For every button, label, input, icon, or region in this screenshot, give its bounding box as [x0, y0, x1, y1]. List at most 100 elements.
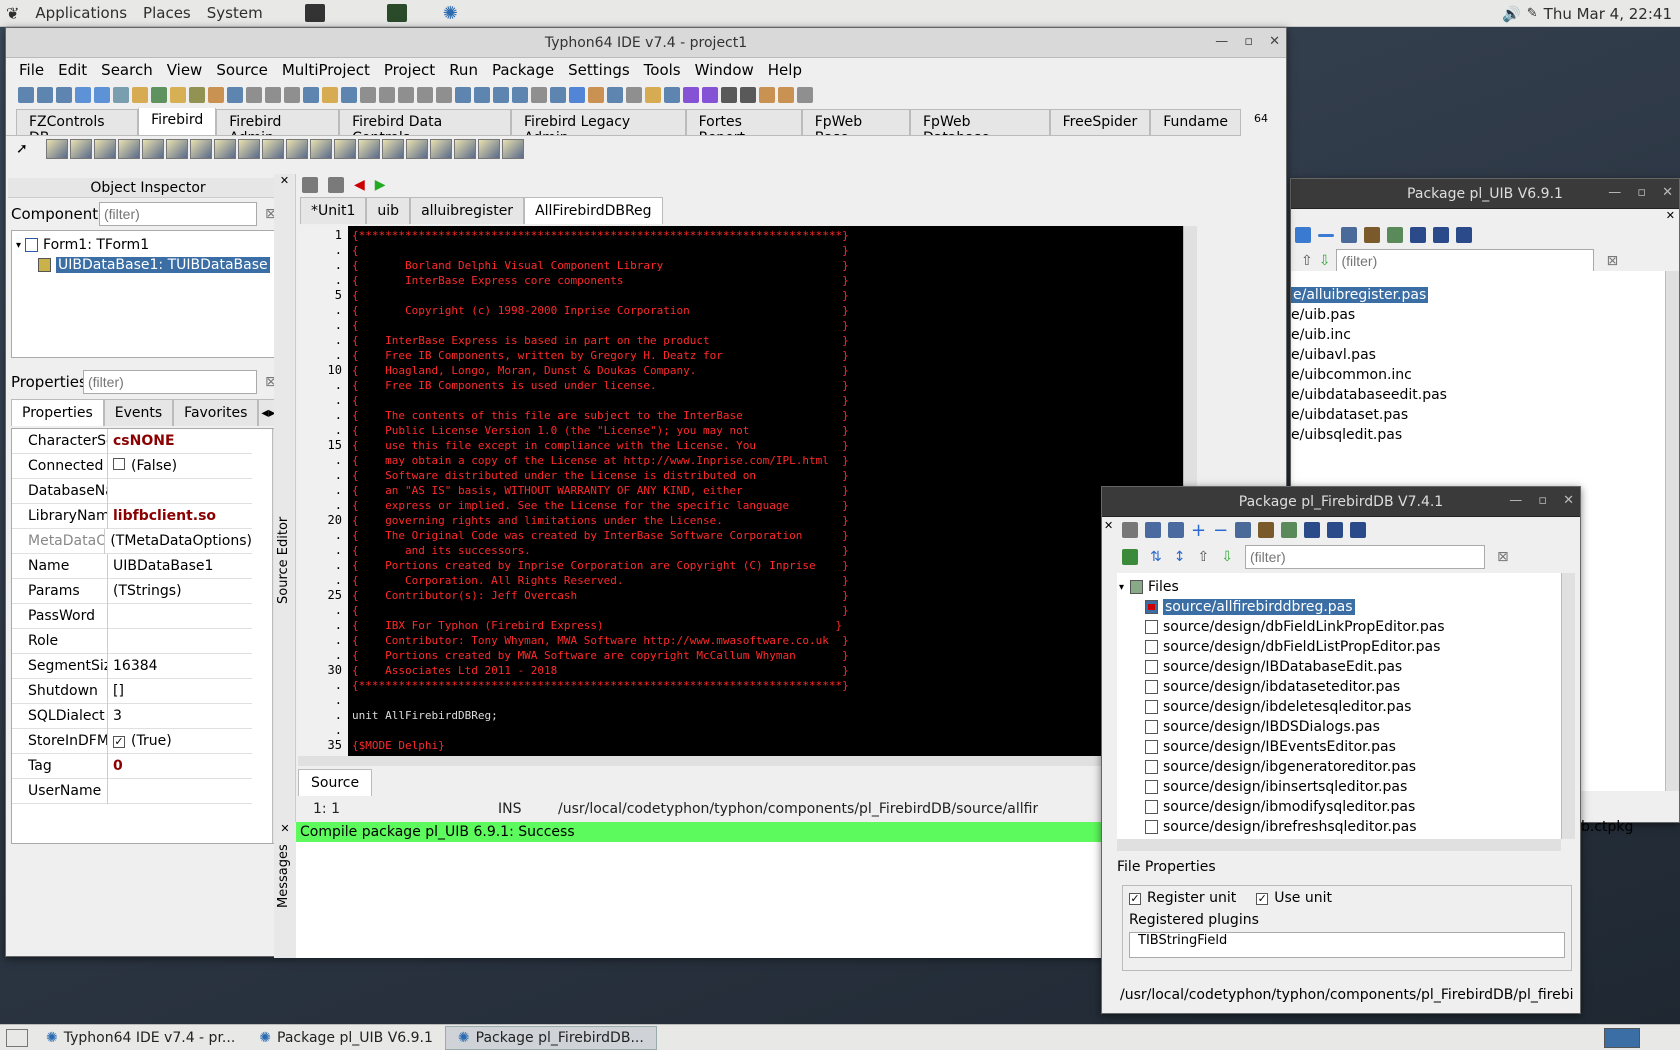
menu-source[interactable]: Source — [209, 61, 275, 79]
property-row[interactable]: CharacterSet csNONE — [12, 428, 252, 454]
property-value[interactable]: 3 — [108, 708, 122, 724]
use-icon[interactable] — [1168, 522, 1184, 538]
property-row[interactable]: Shutdown [] — [12, 678, 252, 704]
package-file-item[interactable]: source/design/ibgeneratoreditor.pas — [1117, 757, 1561, 777]
toolbar-button-icon-41[interactable] — [778, 87, 794, 103]
editor-list-icon[interactable] — [328, 177, 344, 193]
editor-tab--unit1[interactable]: *Unit1 — [300, 197, 367, 224]
toolbar-button-icon-11[interactable] — [208, 87, 224, 103]
firebird-component-icon-7[interactable] — [190, 139, 212, 159]
package-uib-file-item[interactable]: e/uibsqledit.pas — [1291, 425, 1667, 445]
code-editor[interactable]: 1... 5.... 10.... 15.... 20.... 25.... 30.... 3… — [298, 226, 1183, 756]
firebird-component-icon-3[interactable] — [94, 139, 116, 159]
add-icon[interactable]: + — [1191, 520, 1206, 541]
firebird-component-icon-12[interactable] — [310, 139, 332, 159]
menu-file[interactable]: File — [12, 61, 51, 79]
toolbar-button-icon-6[interactable] — [113, 87, 129, 103]
property-value[interactable]: libfbclient.so — [108, 508, 216, 524]
property-value[interactable]: 0 — [108, 758, 123, 774]
firebird-component-icon-4[interactable] — [118, 139, 140, 159]
network-icon[interactable]: ✎ — [1527, 6, 1538, 21]
package-file-item[interactable]: source/design/ibmodifysqleditor.pas — [1117, 797, 1561, 817]
menu-search[interactable]: Search — [94, 61, 160, 79]
toolbar-button-icon-36[interactable] — [683, 87, 699, 103]
package-file-item[interactable]: source/design/ibrefreshsqleditor.pas — [1117, 817, 1561, 837]
tab-properties[interactable]: Properties — [11, 399, 104, 426]
system-menu[interactable]: System — [203, 4, 275, 22]
close-messages-icon[interactable]: ✕ — [274, 822, 296, 835]
places-menu[interactable]: Places — [139, 4, 203, 22]
close-pane-icon[interactable]: ✕ — [1104, 519, 1113, 532]
toolbar-button-icon-31[interactable] — [588, 87, 604, 103]
toolbar-button-icon-26[interactable] — [493, 87, 509, 103]
firebird-component-icon-11[interactable] — [286, 139, 308, 159]
palette-tab-fzcontrols-db[interactable]: FZControls DB — [16, 109, 139, 135]
package-uib-file-item[interactable]: e/uibavl.pas — [1291, 345, 1667, 365]
system-monitor-launcher-icon[interactable] — [386, 4, 407, 22]
package-uib-file-item[interactable]: e/alluibregister.pas — [1291, 285, 1667, 305]
toolbar-button-icon-40[interactable] — [759, 87, 775, 103]
maximize-icon[interactable]: ▫ — [1244, 34, 1253, 49]
toolbar-button-icon-5[interactable] — [94, 87, 110, 103]
palette-tab-freespider[interactable]: FreeSpider — [1049, 109, 1151, 135]
toolbar-button-icon-16[interactable] — [303, 87, 319, 103]
back-arrow-icon[interactable]: ◀ — [354, 177, 365, 193]
file-tree-scrollbar[interactable] — [1561, 573, 1575, 839]
move-up-icon[interactable]: ⇧ — [1301, 253, 1313, 269]
use-unit-checkbox[interactable]: ✓ Use unit — [1256, 890, 1332, 906]
palette-tab-fpweb-database[interactable]: FpWeb Database — [910, 109, 1050, 135]
property-row[interactable]: PassWord — [12, 603, 252, 629]
menu-icon[interactable] — [1350, 522, 1367, 538]
property-value[interactable]: UIBDataBase1 — [108, 558, 213, 574]
toolbar-button-icon-42[interactable] — [797, 87, 813, 103]
help-icon[interactable] — [1304, 522, 1321, 538]
toolbar-button-icon-19[interactable] — [360, 87, 376, 103]
tab-source[interactable]: Source — [298, 769, 373, 796]
more-icon[interactable] — [1410, 227, 1426, 243]
toolbar-button-icon-2[interactable] — [37, 87, 53, 103]
firebird-component-icon-8[interactable] — [214, 139, 236, 159]
package-uib-file-item[interactable]: e/uibcommon.inc — [1291, 365, 1667, 385]
menu-edit[interactable]: Edit — [51, 61, 94, 79]
palette-tab-firebird-legacy-admin[interactable]: Firebird Legacy Admin — [510, 109, 686, 135]
property-value[interactable]: ✓ (True) — [108, 733, 172, 749]
property-value[interactable]: [] — [108, 683, 124, 699]
toolbar-button-icon-4[interactable] — [75, 87, 91, 103]
toolbar-button-icon-30[interactable] — [569, 87, 585, 103]
toolbar-button-icon-29[interactable] — [550, 87, 566, 103]
property-row[interactable]: DatabaseNam — [12, 478, 252, 504]
toolbar-button-icon-17[interactable] — [322, 87, 338, 103]
forward-arrow-icon[interactable]: ▶ — [375, 177, 386, 193]
editor-jump-icon[interactable] — [302, 177, 318, 193]
menu-multiproject[interactable]: MultiProject — [275, 61, 377, 79]
firebird-component-icon-1[interactable] — [46, 139, 68, 159]
menu-view[interactable]: View — [160, 61, 210, 79]
ide-titlebar[interactable]: Typhon64 IDE v7.4 - project1 — ▫ ✕ — [6, 28, 1286, 58]
package-file-item[interactable]: source/design/ibdataseteditor.pas — [1117, 677, 1561, 697]
install-icon[interactable] — [1258, 522, 1275, 538]
firebird-component-icon-9[interactable] — [238, 139, 260, 159]
components-filter[interactable] — [99, 202, 257, 226]
package-uib-file-item[interactable]: e/uibdatabaseedit.pas — [1291, 385, 1667, 405]
property-row[interactable]: SegmentSize 16384 — [12, 653, 252, 679]
firebird-component-icon-6[interactable] — [166, 139, 188, 159]
package-uib-file-item[interactable]: e/uib.pas — [1291, 305, 1667, 325]
palette-tab-fpweb-base[interactable]: FpWeb Base — [801, 109, 910, 135]
toolbar-button-icon-15[interactable] — [284, 87, 300, 103]
package-file-item[interactable]: source/design/dbFieldListPropEditor.pas — [1117, 637, 1561, 657]
move-up-icon[interactable]: ⇧ — [1197, 549, 1209, 565]
firebird-component-icon-19[interactable] — [478, 139, 500, 159]
maximize-icon[interactable]: ▫ — [1637, 185, 1646, 200]
properties-filter[interactable] — [83, 370, 257, 394]
editor-tab-allfirebirddbreg[interactable]: AllFirebirdDBReg — [524, 197, 663, 224]
toolbar-button-icon-3[interactable] — [56, 87, 72, 103]
more-icon[interactable] — [1281, 522, 1298, 538]
toolbar-button-icon-39[interactable] — [740, 87, 756, 103]
property-row[interactable]: StoreInDFM ✓ (True) — [12, 728, 252, 754]
tree-node-form1[interactable]: ▾ Form1: TForm1 — [16, 235, 280, 255]
palette-tab-firebird[interactable]: Firebird — [138, 108, 217, 135]
code-area[interactable]: {***************************************… — [348, 226, 1183, 756]
firebird-component-icon-15[interactable] — [382, 139, 404, 159]
move-down-icon[interactable]: ⇩ — [1221, 549, 1233, 565]
package-uib-titlebar[interactable]: Package pl_UIB V6.9.1 — ▫ ✕ — [1291, 179, 1679, 209]
